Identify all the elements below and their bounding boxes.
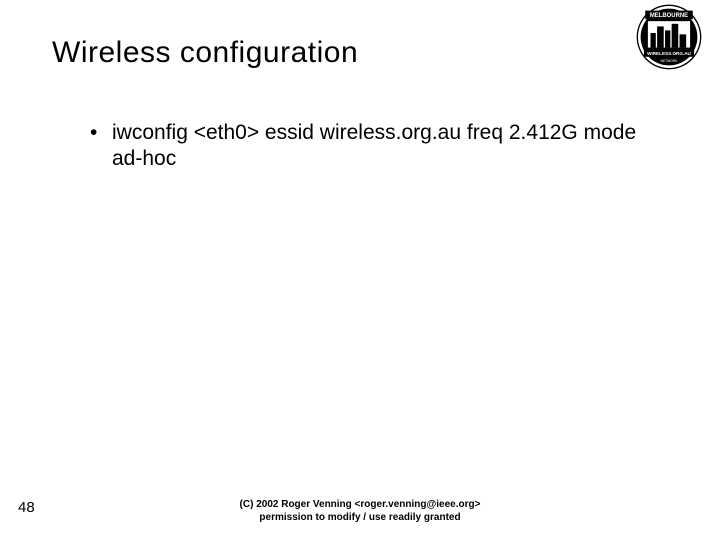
logo-top-text: MELBOURNE [650, 13, 688, 19]
logo-bottom-text: WIRELESS.ORG.AU [647, 51, 691, 56]
footer-permission: permission to modify / use readily grant… [0, 511, 720, 524]
slide: MELBOURNE WIRELESS.ORG.AU NETWORK Wirele… [0, 0, 720, 540]
footer-copyright: (C) 2002 Roger Venning <roger.venning@ie… [0, 498, 720, 511]
bullet-text: iwconfig <eth0> essid wireless.org.au fr… [112, 121, 636, 170]
melbourne-wireless-logo: MELBOURNE WIRELESS.ORG.AU NETWORK [636, 4, 702, 70]
bullet-item: iwconfig <eth0> essid wireless.org.au fr… [90, 120, 650, 173]
logo-sub-text: NETWORK [661, 59, 679, 63]
slide-title: Wireless configuration [52, 36, 358, 70]
slide-body: iwconfig <eth0> essid wireless.org.au fr… [90, 120, 650, 173]
footer: (C) 2002 Roger Venning <roger.venning@ie… [0, 498, 720, 524]
